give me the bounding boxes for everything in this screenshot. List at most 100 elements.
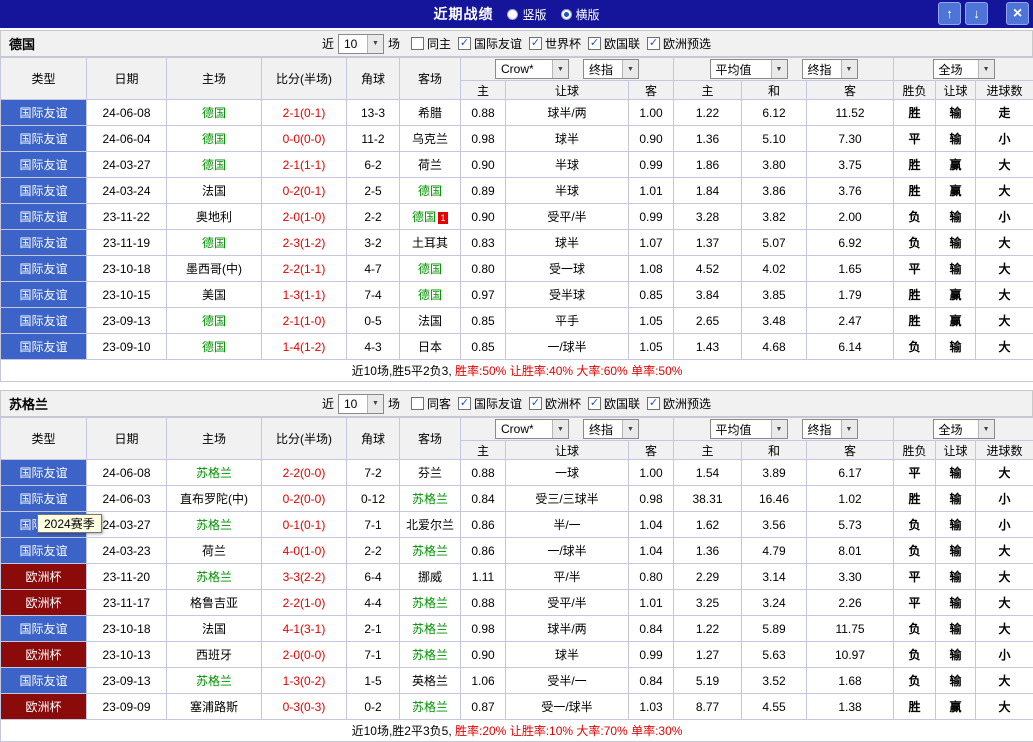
match-row[interactable]: 国际友谊 23-10-15 美国 1-3(1-1) 7-4 德国 0.97 受半…: [1, 282, 1033, 308]
scope-select[interactable]: 全场 ▼: [933, 59, 995, 79]
avg-home-cell: 4.52: [674, 256, 742, 282]
radio-icon[interactable]: [507, 9, 518, 20]
match-row[interactable]: 欧洲杯 23-09-09 塞浦路斯 0-3(0-3) 0-2 苏格兰 0.87 …: [1, 694, 1033, 720]
odds-stage-select[interactable]: 终指 ▼: [583, 59, 639, 79]
goals-result-cell: 小: [976, 486, 1033, 512]
match-row[interactable]: 国际友谊 24-06-08 德国 2-1(0-1) 13-3 希腊 0.88 球…: [1, 100, 1033, 126]
home-team-cell: 德国: [167, 100, 262, 126]
close-button[interactable]: ×: [1006, 2, 1029, 25]
checkbox-label: 欧国联: [604, 395, 640, 412]
avg-away-cell: 1.68: [807, 668, 894, 694]
team-name: 德国: [9, 34, 35, 53]
home-team-cell: 直布罗陀(中): [167, 486, 262, 512]
average-select[interactable]: 平均值 ▼: [710, 419, 788, 439]
handicap-line-cell: 一球: [506, 460, 629, 486]
scroll-up-button[interactable]: ↑: [938, 2, 961, 25]
odds-home-cell: 0.80: [461, 256, 506, 282]
match-row[interactable]: 欧洲杯 23-11-20 苏格兰 3-3(2-2) 6-4 挪威 1.11 平/…: [1, 564, 1033, 590]
avg-away-cell: 2.26: [807, 590, 894, 616]
match-row[interactable]: 国际友谊 23-11-22 奥地利 2-0(1-0) 2-2 德国1 0.90 …: [1, 204, 1033, 230]
odds-home-cell: 0.86: [461, 512, 506, 538]
checkbox-icon[interactable]: ✓: [458, 37, 471, 50]
away-team-cell: 苏格兰: [400, 486, 461, 512]
radio-icon[interactable]: [561, 9, 572, 20]
odds-company-select[interactable]: Crow* ▼: [495, 59, 569, 79]
subcol-odds-away: 客: [629, 81, 674, 100]
scroll-down-button[interactable]: ↓: [965, 2, 988, 25]
filter-checkbox-2[interactable]: ✓欧洲杯: [529, 395, 581, 412]
avg-home-cell: 3.25: [674, 590, 742, 616]
filter-checkbox-1[interactable]: ✓国际友谊: [458, 395, 522, 412]
date-cell: 24-03-27: [87, 152, 167, 178]
odds-away-cell: 1.00: [629, 460, 674, 486]
avg-home-cell: 1.43: [674, 334, 742, 360]
match-row[interactable]: 国际友谊 24-03-27 苏格兰 0-1(0-1) 7-1 北爱尔兰 0.86…: [1, 512, 1033, 538]
result-cell: 胜: [894, 486, 936, 512]
match-row[interactable]: 国际友谊 24-03-24 法国 0-2(0-1) 2-5 德国 0.89 半球…: [1, 178, 1033, 204]
match-row[interactable]: 国际友谊 24-06-03 直布罗陀(中) 0-2(0-0) 0-12 苏格兰 …: [1, 486, 1033, 512]
checkbox-label: 欧洲预选: [663, 35, 711, 52]
home-team-cell: 苏格兰: [167, 564, 262, 590]
average-select[interactable]: 平均值 ▼: [710, 59, 788, 79]
odds-company-select[interactable]: Crow* ▼: [495, 419, 569, 439]
match-row[interactable]: 欧洲杯 23-10-13 西班牙 2-0(0-0) 7-1 苏格兰 0.90 球…: [1, 642, 1033, 668]
col-header-type: 类型: [1, 58, 87, 100]
match-type-cell: 欧洲杯: [1, 564, 87, 590]
checkbox-icon[interactable]: ✓: [529, 37, 542, 50]
away-team-cell: 德国: [400, 282, 461, 308]
games-count-select[interactable]: 10 ▼: [338, 34, 384, 54]
corners-cell: 2-2: [347, 204, 400, 230]
match-row[interactable]: 国际友谊 23-09-10 德国 1-4(1-2) 4-3 日本 0.85 一/…: [1, 334, 1033, 360]
home-team-cell: 荷兰: [167, 538, 262, 564]
filter-checkbox-4[interactable]: ✓欧洲预选: [647, 395, 711, 412]
match-row[interactable]: 国际友谊 23-10-18 墨西哥(中) 2-2(1-1) 4-7 德国 0.8…: [1, 256, 1033, 282]
odds-stage-select[interactable]: 终指 ▼: [583, 419, 639, 439]
match-row[interactable]: 国际友谊 23-10-18 法国 4-1(3-1) 2-1 苏格兰 0.98 球…: [1, 616, 1033, 642]
corners-cell: 0-12: [347, 486, 400, 512]
checkbox-icon[interactable]: ✓: [647, 397, 660, 410]
average-stage-select[interactable]: 终指 ▼: [802, 419, 858, 439]
avg-away-cell: 8.01: [807, 538, 894, 564]
section-header: 德国 近 10 ▼ 场 同主✓国际友谊✓世界杯✓欧国联✓欧洲预选: [0, 30, 1033, 57]
odds-away-cell: 0.99: [629, 204, 674, 230]
scope-select[interactable]: 全场 ▼: [933, 419, 995, 439]
match-row[interactable]: 国际友谊 24-06-04 德国 0-0(0-0) 11-2 乌克兰 0.98 …: [1, 126, 1033, 152]
chevron-down-icon: ▼: [552, 60, 568, 78]
match-type-cell: 欧洲杯: [1, 642, 87, 668]
match-row[interactable]: 国际友谊 24-06-08 苏格兰 2-2(0-0) 7-2 芬兰 0.88 一…: [1, 460, 1033, 486]
radio-horizontal-layout[interactable]: 横版: [561, 6, 600, 23]
match-type-cell: 国际友谊: [1, 282, 87, 308]
filter-checkbox-2[interactable]: ✓世界杯: [529, 35, 581, 52]
checkbox-icon[interactable]: ✓: [588, 37, 601, 50]
checkbox-icon[interactable]: ✓: [458, 397, 471, 410]
filter-checkbox-3[interactable]: ✓欧国联: [588, 35, 640, 52]
filter-checkbox-0[interactable]: 同客: [411, 395, 451, 412]
corners-cell: 4-3: [347, 334, 400, 360]
avg-away-cell: 10.97: [807, 642, 894, 668]
checkbox-icon[interactable]: [411, 37, 424, 50]
average-stage-select[interactable]: 终指 ▼: [802, 59, 858, 79]
match-row[interactable]: 国际友谊 23-09-13 苏格兰 1-3(0-2) 1-5 英格兰 1.06 …: [1, 668, 1033, 694]
match-row[interactable]: 国际友谊 23-09-13 德国 2-1(1-0) 0-5 法国 0.85 平手…: [1, 308, 1033, 334]
avg-draw-cell: 3.52: [742, 668, 807, 694]
goals-result-cell: 大: [976, 616, 1033, 642]
filter-checkbox-3[interactable]: ✓欧国联: [588, 395, 640, 412]
checkbox-icon[interactable]: ✓: [529, 397, 542, 410]
avg-home-cell: 1.36: [674, 538, 742, 564]
match-row[interactable]: 国际友谊 24-03-27 德国 2-1(1-1) 6-2 荷兰 0.90 半球…: [1, 152, 1033, 178]
games-count-select[interactable]: 10 ▼: [338, 394, 384, 414]
filter-checkbox-0[interactable]: 同主: [411, 35, 451, 52]
checkbox-icon[interactable]: ✓: [588, 397, 601, 410]
corners-cell: 7-1: [347, 512, 400, 538]
match-row[interactable]: 欧洲杯 23-11-17 格鲁吉亚 2-2(1-0) 4-4 苏格兰 0.88 …: [1, 590, 1033, 616]
checkbox-icon[interactable]: ✓: [647, 37, 660, 50]
result-cell: 负: [894, 230, 936, 256]
radio-vertical-layout[interactable]: 竖版: [507, 6, 546, 23]
checkbox-icon[interactable]: [411, 397, 424, 410]
goals-result-cell: 大: [976, 564, 1033, 590]
match-type-cell: 国际友谊: [1, 204, 87, 230]
filter-checkbox-4[interactable]: ✓欧洲预选: [647, 35, 711, 52]
filter-checkbox-1[interactable]: ✓国际友谊: [458, 35, 522, 52]
match-row[interactable]: 国际友谊 24-03-23 荷兰 4-0(1-0) 2-2 苏格兰 0.86 一…: [1, 538, 1033, 564]
match-row[interactable]: 国际友谊 23-11-19 德国 2-3(1-2) 3-2 土耳其 0.83 球…: [1, 230, 1033, 256]
